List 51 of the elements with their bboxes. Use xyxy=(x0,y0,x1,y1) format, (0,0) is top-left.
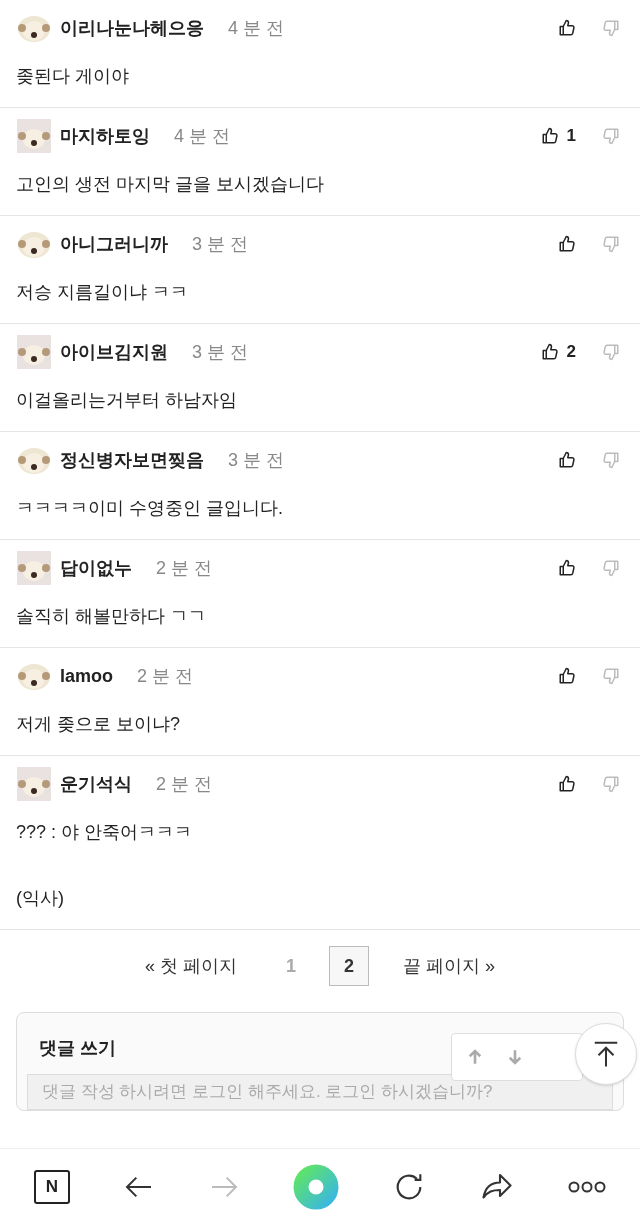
author-name: 아니그러니까 xyxy=(60,232,168,256)
comment-time: 3 분 전 xyxy=(192,340,248,364)
home-button[interactable]: N xyxy=(34,1169,70,1204)
scroll-to-top-button[interactable] xyxy=(575,1023,637,1085)
author-name: 마지하토잉 xyxy=(60,124,150,148)
author-name: 정신병자보면찢음 xyxy=(60,448,204,472)
thumbs-down-icon[interactable] xyxy=(602,127,620,145)
author-name: 이리나눈나헤으응 xyxy=(60,16,204,40)
comment-text: 좆된다 게이야 xyxy=(16,65,130,88)
like-count: 1 xyxy=(566,125,576,148)
thumbs-up-icon[interactable] xyxy=(558,667,576,685)
thumbs-up-icon[interactable] xyxy=(558,19,576,37)
thumbs-up-icon[interactable] xyxy=(540,343,559,361)
comment-text: 솔직히 해볼만하다 ㄱㄱ xyxy=(16,605,207,628)
thumbs-down-icon[interactable] xyxy=(602,19,620,37)
thumbs-up-icon[interactable] xyxy=(558,235,576,253)
comment-text: 고인의 생전 마지막 글을 보시겠습니다 xyxy=(16,173,325,196)
author-name: lamoo xyxy=(60,664,113,688)
comment-time: 4 분 전 xyxy=(228,16,284,40)
thumbs-down-icon[interactable] xyxy=(602,235,620,253)
comment-form-title: 댓글 쓰기 xyxy=(39,1037,116,1060)
comment-input[interactable]: 댓글 작성 하시려면 로그인 해주세요. 로그인 하시겠습니까? xyxy=(27,1074,613,1110)
like-count: 2 xyxy=(566,341,576,364)
comment-time: 2 분 전 xyxy=(156,772,212,796)
thumbs-up-icon[interactable] xyxy=(558,559,576,577)
thumbs-down-icon[interactable] xyxy=(602,451,620,469)
comment-time: 4 분 전 xyxy=(174,124,230,148)
author-name: 답이없누 xyxy=(60,556,132,580)
thumbs-up-icon[interactable] xyxy=(558,775,576,793)
thumbs-down-icon[interactable] xyxy=(602,775,620,793)
comment-text: 이걸올리는거부터 하남자임 xyxy=(16,389,238,412)
author-name: 운기석식 xyxy=(60,772,132,796)
comment-text: (익사) xyxy=(16,887,65,910)
comment-text: ㅋㅋㅋㅋ이미 수영중인 글입니다. xyxy=(16,497,284,520)
thumbs-up-icon[interactable] xyxy=(558,451,576,469)
last-page-link[interactable]: 끝 페이지 » xyxy=(403,952,495,980)
comment-text: ??? : 야 안죽어ㅋㅋㅋ xyxy=(16,821,194,844)
page-link[interactable]: 2 xyxy=(329,946,369,986)
comment-time: 2 분 전 xyxy=(137,664,194,688)
thumbs-down-icon[interactable] xyxy=(602,343,620,361)
first-page-link[interactable]: « 첫 페이지 xyxy=(145,952,237,980)
thumbs-down-icon[interactable] xyxy=(602,667,620,685)
comment-text: 저승 지름길이냐 ㅋㅋ xyxy=(16,281,189,304)
author-name: 아이브김지원 xyxy=(60,340,168,364)
comment-time: 3 분 전 xyxy=(192,232,248,256)
thumbs-down-icon[interactable] xyxy=(602,559,620,577)
more-icon[interactable] xyxy=(568,1179,606,1194)
thumbs-up-icon[interactable] xyxy=(540,127,559,145)
comment-time: 2 분 전 xyxy=(156,556,212,580)
comment-text: 저게 좆으로 보이냐? xyxy=(16,713,181,736)
comment-time: 3 분 전 xyxy=(228,448,284,472)
